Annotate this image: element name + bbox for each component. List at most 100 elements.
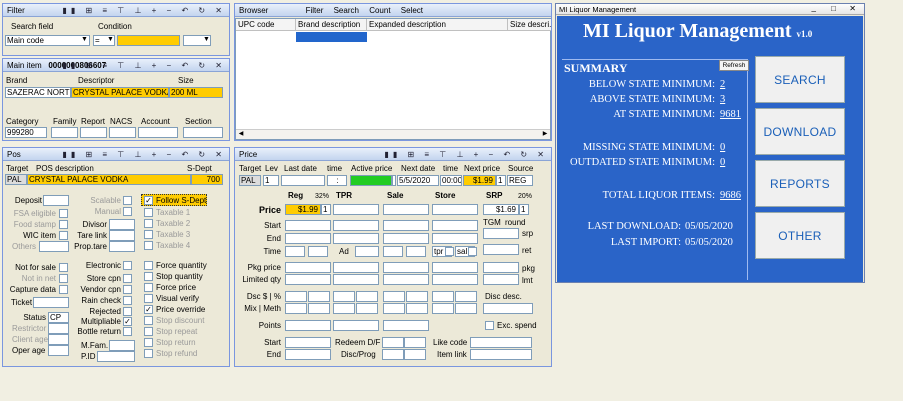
restrictor-field[interactable]	[48, 323, 69, 334]
filter-field-select[interactable]: Main code	[5, 35, 90, 46]
below-value-link[interactable]: 2	[720, 79, 725, 91]
chevron-down-icon[interactable]: ▼	[203, 36, 210, 43]
browser-grid[interactable]: UPC code Brand description Expanded desc…	[235, 18, 551, 140]
sale-price-field[interactable]	[383, 204, 429, 215]
store-cpn-checkbox[interactable]	[123, 274, 132, 283]
price-grid-field[interactable]	[406, 291, 428, 302]
taxable-3-checkbox[interactable]	[144, 230, 153, 239]
price-grid-field[interactable]	[355, 246, 379, 257]
scalable-checkbox[interactable]	[123, 196, 132, 205]
others-field[interactable]	[39, 241, 69, 252]
col-upc[interactable]: UPC code	[236, 19, 296, 31]
price-grid-field[interactable]	[432, 220, 478, 231]
reg-price-field[interactable]: $1.99	[285, 204, 321, 215]
size-field[interactable]: 200 ML	[169, 87, 223, 98]
section-field[interactable]	[183, 127, 223, 138]
tpr-checkbox[interactable]	[445, 247, 454, 256]
bottle-return-checkbox[interactable]	[123, 327, 132, 336]
start2-field[interactable]	[285, 337, 331, 348]
next-lev-field[interactable]: 1	[496, 175, 506, 186]
price-grid-field[interactable]	[432, 274, 478, 285]
price-grid-field[interactable]	[308, 303, 330, 314]
refresh-button[interactable]: Refresh	[719, 60, 749, 71]
price-grid-field[interactable]	[383, 246, 403, 257]
capture-data-checkbox[interactable]	[59, 285, 68, 294]
pos-flag-checkbox[interactable]	[144, 272, 153, 281]
price-grid-field[interactable]	[285, 320, 331, 331]
minimize-icon[interactable]: _	[812, 3, 816, 12]
total-value-link[interactable]: 9686	[720, 190, 741, 202]
chevron-down-icon[interactable]: ▼	[81, 36, 88, 43]
deposit-field[interactable]	[43, 195, 69, 206]
price-grid-field[interactable]	[455, 303, 477, 314]
price-grid-field[interactable]	[406, 246, 426, 257]
pos-flag-checkbox[interactable]	[144, 283, 153, 292]
scroll-left-icon[interactable]: ◀	[236, 130, 246, 139]
srp-price-field[interactable]: $1.69	[483, 204, 519, 215]
browser-menu-search[interactable]: Search	[334, 6, 359, 15]
pos-sdept-field[interactable]: 700	[191, 174, 223, 185]
like-code-field[interactable]	[470, 337, 532, 348]
pos-target-field[interactable]: PAL	[5, 174, 27, 185]
filter-value-input[interactable]	[117, 35, 180, 46]
not-for-sale-checkbox[interactable]	[59, 263, 68, 272]
srp-field[interactable]	[483, 228, 519, 239]
col-size-desc[interactable]: Size descri...	[508, 19, 551, 31]
price-grid-field[interactable]	[285, 274, 331, 285]
price-grid-field[interactable]	[356, 303, 378, 314]
browser-menu-filter[interactable]: Filter	[306, 6, 324, 15]
rain-check-checkbox[interactable]	[123, 296, 132, 305]
price-grid-field[interactable]	[432, 303, 454, 314]
redeem-field[interactable]	[382, 337, 404, 348]
missing-value-link[interactable]: 0	[720, 142, 725, 154]
sal-checkbox[interactable]	[468, 247, 477, 256]
wic-checkbox[interactable]	[59, 231, 68, 240]
next-time-field[interactable]: 00:00	[440, 175, 462, 186]
redeem-field-2[interactable]	[404, 337, 426, 348]
status-field[interactable]: CP	[48, 312, 69, 323]
active-lev-field[interactable]	[392, 175, 396, 186]
main-item-toolbar-icons[interactable]: ▮▮ ⊞ ≡ ⊤ ⊥ + − ↶ ↻ ✕	[62, 59, 226, 72]
price-grid-field[interactable]	[308, 246, 328, 257]
descriptor-field[interactable]: CRYSTAL PALACE VODKA	[71, 87, 169, 98]
taxable-2-checkbox[interactable]	[144, 219, 153, 228]
scroll-right-icon[interactable]: ▶	[540, 130, 550, 139]
food-stamp-checkbox[interactable]	[59, 220, 68, 229]
pos-flag-checkbox[interactable]	[144, 261, 153, 270]
family-field[interactable]	[51, 127, 78, 138]
report-field[interactable]	[80, 127, 107, 138]
pos-flag-checkbox[interactable]	[144, 338, 153, 347]
price-grid-field[interactable]	[333, 291, 355, 302]
rejected-checkbox[interactable]	[123, 307, 132, 316]
pos-flag-checkbox[interactable]: ✓	[144, 305, 153, 314]
price-grid-field[interactable]	[285, 291, 307, 302]
srp-lev-field[interactable]: 1	[519, 204, 529, 215]
price-lev-field[interactable]: 1	[263, 175, 279, 186]
taxable-4-checkbox[interactable]	[144, 241, 153, 250]
horizontal-scrollbar[interactable]: ◀ ▶	[236, 129, 550, 139]
oper-age-field[interactable]	[48, 345, 69, 356]
maximize-icon[interactable]: □	[831, 4, 836, 13]
exc-spend-checkbox[interactable]	[485, 321, 494, 330]
price-grid-field[interactable]	[356, 291, 378, 302]
not-in-net-checkbox[interactable]	[59, 274, 68, 283]
disc-prog-field[interactable]	[382, 349, 404, 360]
last-time-field[interactable]: :	[327, 175, 347, 186]
follow-sdept-checkbox[interactable]: ✓	[144, 196, 153, 205]
client-age-field[interactable]	[48, 334, 69, 345]
pos-flag-checkbox[interactable]	[144, 349, 153, 358]
electronic-checkbox[interactable]	[123, 261, 132, 270]
close-icon[interactable]: ✕	[849, 4, 856, 13]
next-price-field[interactable]: $1.99	[463, 175, 496, 186]
price-grid-field[interactable]	[333, 303, 355, 314]
multipliable-checkbox[interactable]: ✓	[123, 317, 132, 326]
browser-menu-select[interactable]: Select	[401, 6, 423, 15]
at-value-link[interactable]: 9681	[720, 109, 741, 121]
price-target-field[interactable]: PAL	[239, 175, 261, 186]
pos-flag-checkbox[interactable]	[144, 294, 153, 303]
price-grid-field[interactable]	[333, 262, 379, 273]
ret-field[interactable]	[483, 244, 519, 255]
price-grid-field[interactable]	[285, 262, 331, 273]
tare-link-field[interactable]	[109, 230, 135, 241]
mfam-field[interactable]	[109, 340, 135, 351]
